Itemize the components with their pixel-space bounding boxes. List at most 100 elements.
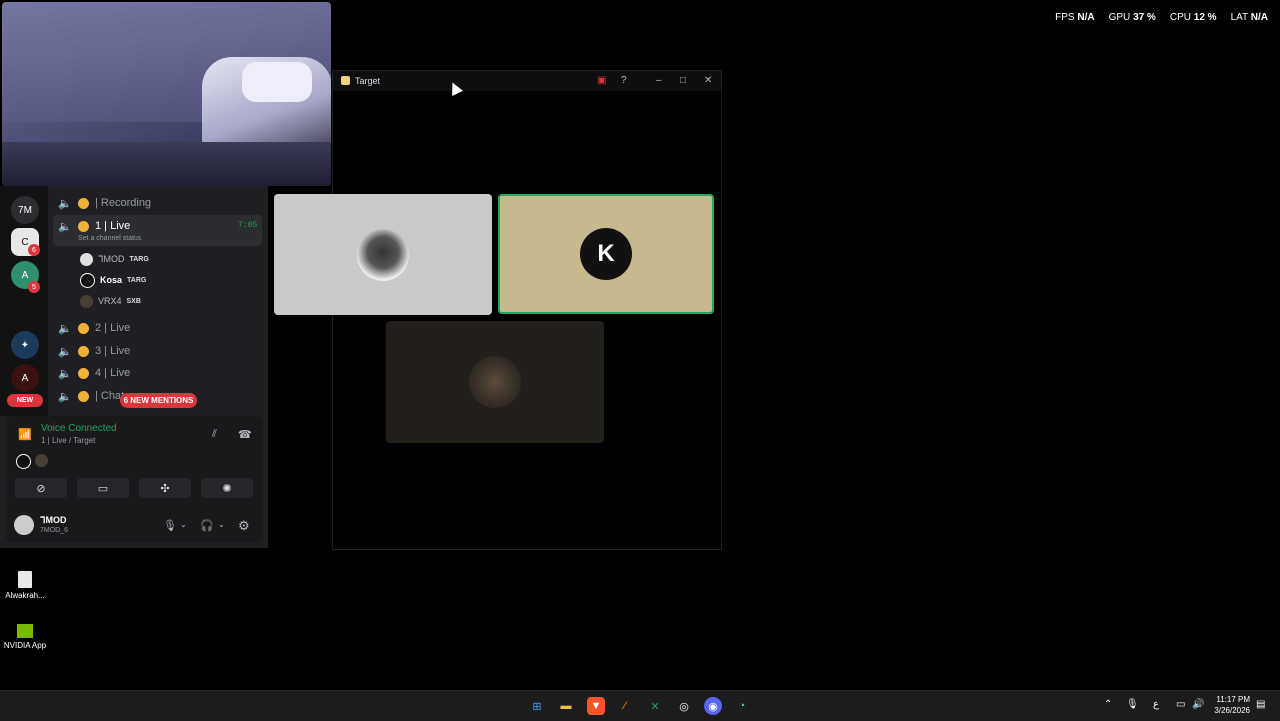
avatar [80, 294, 93, 308]
member-tag: SXB [126, 297, 141, 305]
video-tile[interactable] [274, 194, 492, 315]
desktop-icon-nvidia[interactable]: NVIDIA App [1, 624, 49, 650]
channel-live-1[interactable]: 🔈 1 | Live [58, 216, 130, 236]
steam-button[interactable]: ◔ [733, 697, 751, 715]
video-tile-speaking[interactable]: K [498, 194, 714, 314]
channel-live-2[interactable]: 🔈 2 | Live [58, 318, 130, 338]
channel-status[interactable]: Set a channel status [78, 235, 141, 242]
user-name[interactable]: ᒣMOD [40, 515, 67, 526]
taskbar: ⊞ ▬ ▼ ∕ ✕ ◎ ◉ ◔ ⌃ 🎙 ع ▭ 🔊 11:17 PM 3/26/… [0, 690, 1280, 721]
server-icon[interactable]: 7M [11, 196, 39, 224]
app-button[interactable]: ✕ [646, 697, 664, 715]
discord-button[interactable]: ◉ [704, 697, 722, 715]
network-icon[interactable]: ▭ [1176, 699, 1185, 710]
coin-icon [78, 220, 89, 232]
latency-stat: LAT N/A [1230, 12, 1268, 23]
gpu-stat: GPU 37 % [1108, 12, 1156, 23]
camera-off-button[interactable]: ⊘ [15, 478, 67, 498]
member-name: Kosa [100, 275, 123, 285]
channel-chat[interactable]: 🔈 | Chat [58, 386, 124, 406]
avatar[interactable] [16, 454, 31, 469]
speaker-icon: 🔈 [58, 198, 72, 210]
server-badge: 6 [28, 244, 40, 256]
window-titlebar[interactable]: Target ▣ ? – □ ✕ [333, 71, 721, 91]
cpu-stat: CPU 12 % [1169, 12, 1217, 23]
avatar[interactable] [35, 454, 48, 467]
file-explorer-button[interactable]: ▬ [557, 697, 575, 715]
participant-avatar [357, 228, 409, 281]
new-mentions-pill[interactable]: 6 NEW MENTIONS [120, 393, 197, 408]
settings-gear-icon[interactable]: ⚙ [238, 518, 250, 534]
channel-recording[interactable]: 🔈 | Recording [58, 193, 151, 213]
coin-icon [78, 345, 89, 357]
voice-member[interactable]: Kosa TARG [80, 271, 146, 289]
start-button[interactable]: ⊞ [528, 697, 546, 715]
microphone-icon[interactable]: 🎙 [163, 519, 177, 532]
webcam-chair-headrest [242, 62, 312, 102]
discord-icon: ◉ [708, 700, 718, 713]
member-tag: TARG [129, 255, 149, 263]
disconnect-icon[interactable]: ☎ [238, 428, 252, 441]
screen-share-icon: ▭ [97, 482, 109, 495]
app-button[interactable]: ∕ [616, 697, 634, 715]
coin-icon [78, 390, 89, 402]
notification-icon[interactable]: ▤ [1256, 699, 1265, 710]
screen-share-button[interactable]: ▭ [77, 478, 129, 498]
channel-label: 3 | Live [95, 345, 131, 357]
microphone-icon[interactable]: 🎙 [1126, 699, 1139, 710]
voice-member[interactable]: ᒣMOD TARG [80, 250, 149, 268]
document-icon [18, 571, 32, 588]
chevron-down-icon[interactable]: ⌄ [218, 520, 225, 529]
activities-button[interactable]: ✣ [139, 478, 191, 498]
member-name: ᒣMOD [98, 253, 125, 264]
user-avatar[interactable] [14, 515, 34, 535]
arc-icon: ∕ [624, 700, 626, 712]
speaker-icon: 🔈 [58, 391, 72, 403]
noise-suppression-icon[interactable]: ⫽ [212, 428, 217, 441]
activities-icon: ✣ [160, 482, 170, 495]
signal-icon[interactable]: 📶 [18, 428, 32, 441]
nvidia-icon [17, 624, 33, 638]
server-icon[interactable]: ✦ [11, 331, 39, 359]
video-tile[interactable] [386, 321, 604, 443]
speaker-icon: 🔈 [58, 346, 72, 358]
user-subtext: 7MOD_6 [40, 527, 69, 534]
brave-browser-button[interactable]: ▼ [587, 697, 605, 715]
desktop-icon-file[interactable]: Alwakrah... [1, 571, 49, 600]
voice-member[interactable]: VRX4 SXB [80, 292, 141, 310]
brave-icon: ▼ [590, 700, 602, 712]
new-pill[interactable]: NEW [7, 394, 43, 407]
channel-live-4[interactable]: 🔈 4 | Live [58, 363, 130, 383]
clock[interactable]: 11:17 PM 3/26/2026 [1214, 694, 1250, 716]
clock-time: 11:17 PM [1216, 695, 1250, 704]
member-name: VRX4 [98, 296, 122, 306]
soundboard-button[interactable]: ✺ [201, 478, 253, 498]
chevron-down-icon[interactable]: ⌄ [180, 520, 187, 529]
language-indicator[interactable]: ع [1153, 699, 1159, 710]
channel-live-3[interactable]: 🔈 3 | Live [58, 341, 130, 361]
webcam-desk [2, 142, 331, 186]
help-icon[interactable]: ? [621, 75, 627, 86]
performance-overlay: FPS N/A GPU 37 % CPU 12 % LAT N/A [1055, 12, 1268, 23]
close-button[interactable]: ✕ [704, 75, 712, 86]
voice-channel-path[interactable]: 1 | Live / Target [41, 436, 95, 445]
avatar [80, 272, 95, 288]
server-icon[interactable]: A [11, 364, 39, 392]
minimize-button[interactable]: – [656, 75, 662, 86]
volume-icon[interactable]: 🔊 [1192, 699, 1204, 710]
channel-timer: 7:05 [238, 221, 258, 230]
coin-icon [78, 367, 89, 379]
headphones-icon[interactable]: 🎧 [200, 519, 214, 532]
voice-connected-title[interactable]: Voice Connected [41, 423, 117, 434]
maximize-button[interactable]: □ [680, 75, 686, 86]
app-icon [341, 76, 350, 85]
fps-stat: FPS N/A [1055, 12, 1095, 23]
channel-label: 4 | Live [95, 367, 131, 379]
app-button[interactable]: ◎ [675, 697, 693, 715]
avatar [80, 252, 93, 266]
popout-icon[interactable]: ▣ [597, 75, 606, 86]
channel-label: 2 | Live [95, 322, 131, 334]
server-list: 7M C 6 A 5 ✦ A [0, 186, 48, 416]
channel-label: 1 | Live [95, 220, 131, 232]
chevron-up-icon[interactable]: ⌃ [1104, 699, 1112, 710]
